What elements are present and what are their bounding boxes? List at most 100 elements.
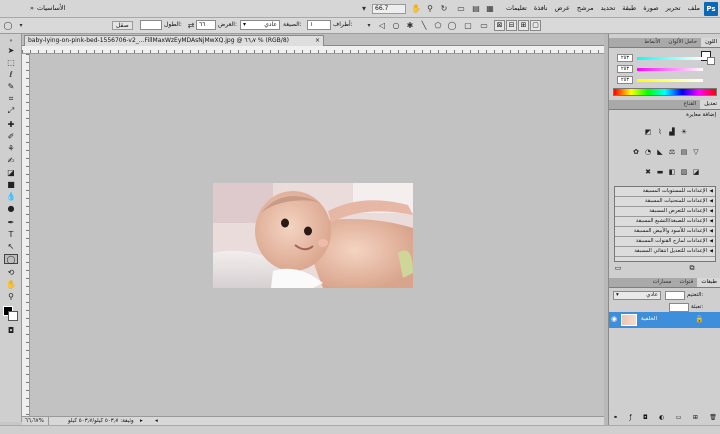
shape-line-icon[interactable]: ╲ (418, 20, 430, 32)
status-zoom[interactable]: ٦٦٫٦٧% (25, 417, 49, 425)
background-color-swatch[interactable] (8, 311, 18, 321)
exposure-icon[interactable]: ◩ (643, 128, 653, 137)
invert-icon[interactable]: ◪ (691, 168, 701, 177)
color-slider-3[interactable]: ٢٥٣ (613, 76, 717, 84)
tab-channels[interactable]: قنوات (675, 278, 697, 287)
preset-item[interactable]: الإعدادات للمستويات المسبقة (615, 187, 715, 197)
adjustment-layer-icon[interactable]: ◐ (659, 414, 664, 423)
adjustments-clip-icon[interactable]: ⧉ (687, 264, 697, 273)
feather-field[interactable]: ١ (307, 20, 331, 30)
fill-field[interactable] (669, 303, 689, 312)
document-tab[interactable]: baby-lying-on-pink-bed-1556706-v2_...Fil… (24, 35, 324, 46)
width-field[interactable]: ٦٦ (196, 20, 216, 30)
tab-layers[interactable]: طبقات (697, 278, 720, 287)
gradient-map-icon[interactable]: ▬ (655, 168, 665, 177)
new-selection-icon[interactable]: ▢ (530, 20, 541, 31)
posterize-icon[interactable]: ▨ (679, 168, 689, 177)
menu-file[interactable]: ملف (688, 4, 700, 12)
menu-edit[interactable]: تحرير (666, 4, 681, 12)
brush-tool-icon[interactable]: ✐ (4, 132, 18, 142)
swap-dimensions-icon[interactable]: ⇄ (185, 20, 197, 32)
new-layer-icon[interactable]: ⊞ (693, 414, 698, 423)
preset-item[interactable]: الإعدادات لمازج القنوات المسبقة (615, 237, 715, 247)
toolbox-collapse-icon[interactable]: » (4, 36, 18, 46)
lasso-tool-icon[interactable]: ℓ (4, 70, 18, 80)
eye-icon[interactable]: ◉ (611, 315, 617, 323)
zoom-tool-icon[interactable]: ⚲ (4, 292, 18, 302)
black-white-icon[interactable]: ◣ (655, 148, 665, 157)
photo-filter-icon[interactable]: ◔ (643, 148, 653, 157)
tool-preset-dropdown-icon[interactable]: ▾ (15, 20, 27, 32)
eyedropper-tool-icon[interactable]: ⤢ (4, 106, 18, 116)
marquee-tool-icon[interactable]: ⬚ (4, 58, 18, 68)
layer-mask-icon[interactable]: ◘ (643, 414, 648, 423)
tab-adjustments[interactable]: تعديل (700, 100, 720, 109)
style-select[interactable]: ▾ عادي (240, 20, 280, 30)
rotate-view-icon[interactable]: ↻ (438, 3, 450, 15)
vibrance-icon[interactable]: ▽ (691, 148, 701, 157)
quick-mask-icon[interactable]: ◘ (4, 326, 18, 336)
preset-item[interactable]: الإعدادات للمنحنيات المسبقة (615, 197, 715, 207)
type-tool-icon[interactable]: T (4, 230, 18, 240)
grid-view-icon[interactable]: ▦ (484, 3, 496, 15)
move-tool-icon[interactable]: ➤ (4, 46, 18, 56)
status-prev-icon[interactable]: ◂ (155, 417, 158, 425)
link-layers-icon[interactable]: ⚭ (613, 414, 618, 423)
channel-mixer-icon[interactable]: ✿ (631, 148, 641, 157)
refine-edge-button[interactable]: صقل (112, 21, 133, 30)
shape-circle-icon[interactable]: ○ (390, 20, 402, 32)
path-selection-tool-icon[interactable]: ↖ (4, 242, 18, 252)
history-brush-tool-icon[interactable]: ✍ (4, 156, 18, 166)
menu-help[interactable]: تعليمات (506, 4, 527, 12)
clone-stamp-tool-icon[interactable]: ⚘ (4, 144, 18, 154)
tab-paths[interactable]: مسارات (649, 278, 676, 287)
menu-select[interactable]: تحديد (601, 4, 616, 12)
arrange-documents-icon[interactable]: ▤ (470, 3, 482, 15)
quick-selection-tool-icon[interactable]: ✎ (4, 82, 18, 92)
tab-swatches[interactable]: حامل الألوان (664, 38, 701, 47)
healing-brush-tool-icon[interactable]: ✚ (4, 120, 18, 130)
hue-saturation-icon[interactable]: ▤ (679, 148, 689, 157)
preset-item[interactable]: الإعدادات للصبغة/التشبع المسبقة (615, 217, 715, 227)
select-rectangle-icon[interactable]: ▭ (478, 20, 490, 32)
screen-mode-icon[interactable]: ▭ (455, 3, 467, 15)
elliptical-marquee-icon[interactable]: ◯ (2, 20, 14, 32)
shape-ellipse-icon[interactable]: ◯ (446, 20, 458, 32)
preset-item[interactable]: الإعدادات للتعرض المسبقة (615, 207, 715, 217)
ellipse-tool-icon[interactable]: ◯ (4, 254, 18, 264)
crop-tool-icon[interactable]: ⌗ (4, 94, 18, 104)
intersect-selection-icon[interactable]: ⊠ (494, 20, 505, 31)
zoom-tool-icon[interactable]: ⚲ (424, 3, 436, 15)
color-value-3[interactable]: ٢٥٣ (617, 76, 633, 84)
close-icon[interactable]: × (315, 36, 320, 46)
color-spectrum[interactable] (613, 88, 717, 96)
menu-window[interactable]: نافذة (534, 4, 548, 12)
shape-custom-icon[interactable]: ✱ (404, 20, 416, 32)
color-slider-2[interactable]: ٢٥٣ (613, 65, 717, 73)
brightness-icon[interactable]: ☀ (679, 128, 689, 137)
height-field[interactable] (140, 20, 162, 30)
document-image[interactable] (213, 183, 413, 288)
tab-masks[interactable]: القناع (680, 100, 701, 109)
color-value-1[interactable]: ٢٥٣ (617, 54, 633, 62)
tab-color[interactable]: اللون (701, 38, 720, 47)
status-menu-icon[interactable]: ▸ (140, 417, 143, 425)
tab-styles[interactable]: الأنماط (640, 38, 664, 47)
preset-item[interactable]: الإعدادات للتعديل انتقائي المسبقة (615, 247, 715, 257)
workspace-switcher[interactable]: » الأساسيات (30, 4, 65, 12)
curves-icon[interactable]: ⌇ (655, 128, 665, 137)
photoshop-logo[interactable]: Ps (704, 2, 718, 16)
shape-triangle-icon[interactable]: ◁ (376, 20, 388, 32)
delete-layer-icon[interactable]: 🗑 (709, 414, 717, 423)
color-balance-icon[interactable]: ⚖ (667, 148, 677, 157)
layer-row-background[interactable]: ◉ الخلفية 🔒 (609, 312, 720, 328)
gradient-tool-icon[interactable]: ■ (4, 180, 18, 190)
zoom-level-field[interactable]: 66.7 (372, 4, 406, 14)
blur-tool-icon[interactable]: 💧 (4, 192, 18, 202)
add-selection-icon[interactable]: ⊞ (518, 20, 529, 31)
blend-mode-select[interactable]: ▾ عادي (613, 291, 661, 300)
levels-icon[interactable]: ▟ (667, 128, 677, 137)
shape-rounded-icon[interactable]: ▢ (462, 20, 474, 32)
geometry-dropdown-icon[interactable]: ▾ (363, 20, 375, 32)
layer-style-icon[interactable]: ƒ (629, 414, 631, 423)
